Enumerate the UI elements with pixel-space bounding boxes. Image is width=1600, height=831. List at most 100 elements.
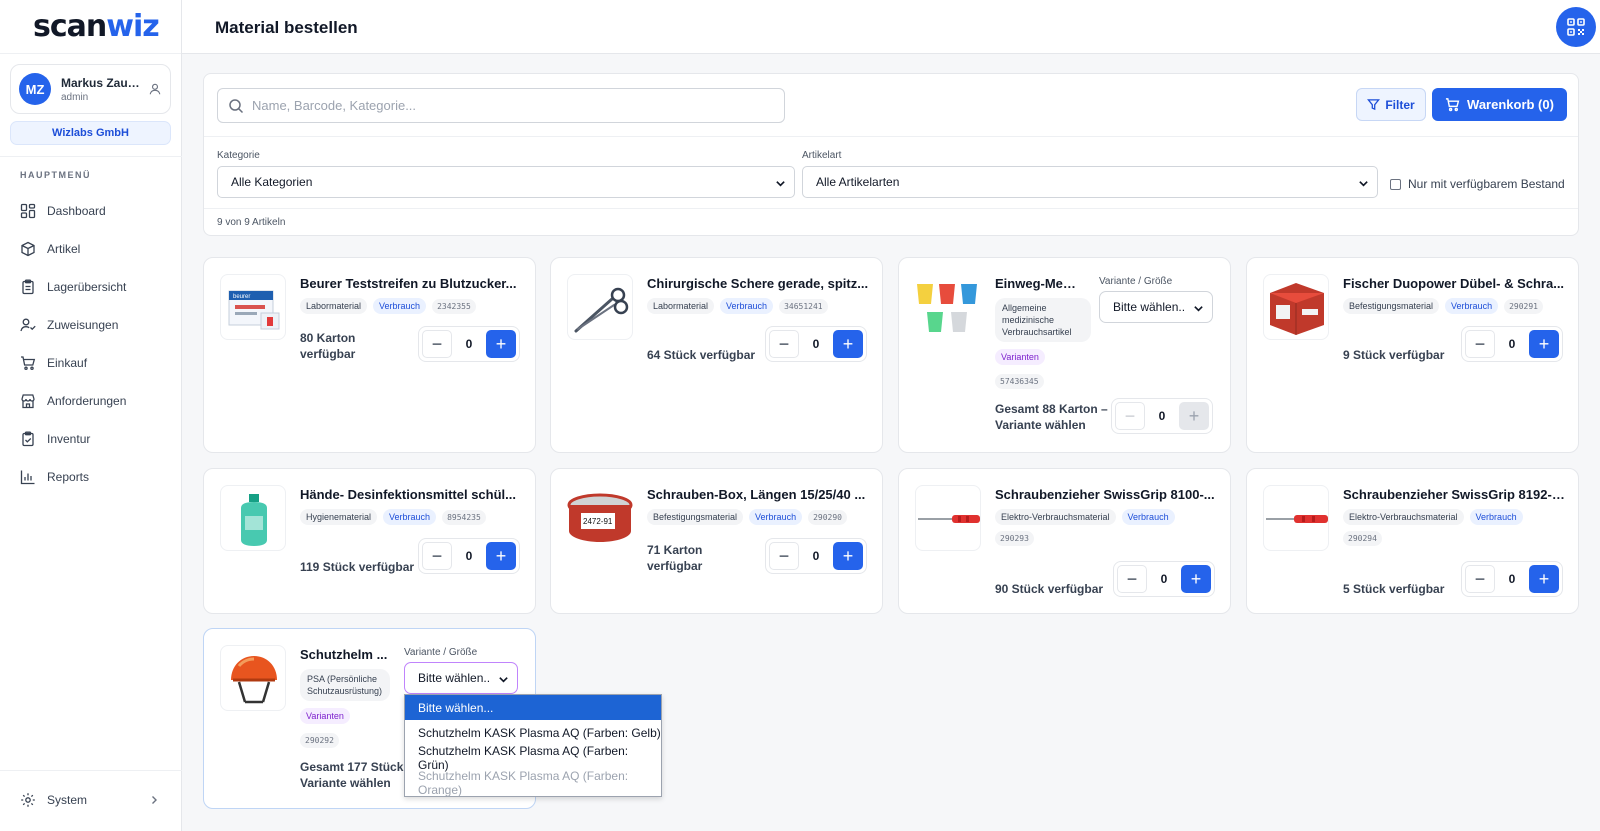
- logo-text-wiz: wiz: [106, 9, 159, 44]
- filter-button[interactable]: Filter: [1356, 88, 1426, 121]
- stock-only-checkbox[interactable]: Nur mit verfügbarem Bestand: [1390, 177, 1565, 191]
- quantity-value[interactable]: 0: [466, 337, 473, 351]
- menu-section-title: HAUPTMENÜ: [20, 170, 91, 180]
- quantity-value[interactable]: 0: [1509, 572, 1516, 586]
- type-select-value: Alle Artikelarten: [816, 175, 900, 189]
- decrement-button[interactable]: −: [1465, 330, 1495, 358]
- quantity-stepper: − 0 +: [765, 538, 867, 574]
- type-tag: Verbrauch: [383, 509, 437, 525]
- sidebar-item-system[interactable]: System: [20, 792, 160, 808]
- type-select[interactable]: Alle Artikelarten: [802, 166, 1378, 198]
- availability: 90 Stück verfügbar: [995, 582, 1104, 596]
- cart-icon: [1445, 98, 1460, 112]
- variant-select[interactable]: Bitte wählen..: [404, 662, 518, 694]
- variant-label: Variante / Größe: [1099, 276, 1173, 287]
- product-title[interactable]: Schutzhelm ...: [300, 647, 388, 662]
- sidebar-item-reports[interactable]: Reports: [20, 458, 170, 496]
- sidebar-item-label: Einkauf: [47, 356, 88, 370]
- filter-panel: Filter Warenkorb (0) Kategorie Alle Kate…: [203, 73, 1579, 236]
- increment-button[interactable]: +: [833, 542, 863, 570]
- filter-label: Filter: [1385, 97, 1415, 112]
- product-title[interactable]: Hände- Desinfektionsmittel schül...: [300, 487, 522, 502]
- sidebar-item-label: System: [47, 793, 88, 807]
- product-title[interactable]: Fischer Duopower Dübel- & Schra...: [1343, 276, 1565, 291]
- availability: 71 Karton verfügbar: [647, 543, 703, 573]
- qr-scan-button[interactable]: [1556, 7, 1596, 47]
- decrement-button[interactable]: −: [769, 542, 799, 570]
- logo[interactable]: scan wiz: [0, 0, 181, 54]
- product-image: [1263, 485, 1329, 551]
- cart-label: Warenkorb (0): [1467, 97, 1554, 112]
- product-title[interactable]: Einweg-Medi...: [995, 276, 1083, 291]
- sidebar-item-dashboard[interactable]: Dashboard: [20, 192, 170, 230]
- user-profile-icon[interactable]: [148, 82, 162, 96]
- product-image: [220, 645, 286, 711]
- clipboard-icon: [22, 279, 34, 295]
- sidebar-item-einkauf[interactable]: Einkauf: [20, 344, 170, 382]
- increment-button[interactable]: +: [833, 330, 863, 358]
- box-icon: [21, 241, 35, 257]
- svg-text:beurer: beurer: [233, 294, 250, 300]
- increment-button[interactable]: +: [1529, 565, 1559, 593]
- variant-select[interactable]: Bitte wählen..: [1099, 291, 1213, 323]
- sidebar-item-artikel[interactable]: Artikel: [20, 230, 170, 268]
- company-badge[interactable]: Wizlabs GmbH: [10, 121, 171, 145]
- product-title[interactable]: Schraubenzieher SwissGrip 8100-...: [995, 487, 1217, 502]
- checkbox-box[interactable]: [1390, 178, 1401, 190]
- category-filter-label: Kategorie: [217, 150, 260, 161]
- availability: 9 Stück verfügbar: [1343, 348, 1445, 362]
- category-select[interactable]: Alle Kategorien: [217, 166, 795, 198]
- product-title[interactable]: Chirurgische Schere gerade, spitz...: [647, 276, 869, 291]
- quantity-stepper: − 0 +: [418, 326, 520, 362]
- search-box[interactable]: [217, 88, 785, 123]
- result-count: 9 von 9 Artikeln: [217, 217, 286, 228]
- type-tag: Verbrauch: [720, 298, 774, 314]
- decrement-button[interactable]: −: [769, 330, 799, 358]
- cart-button[interactable]: Warenkorb (0): [1432, 88, 1567, 121]
- article-code: 290291: [1504, 298, 1543, 314]
- product-title[interactable]: Beurer Teststreifen zu Blutzucker...: [300, 276, 522, 291]
- product-card: Schraubenzieher SwissGrip 8100-... Elekt…: [898, 468, 1231, 614]
- category-tag: Befestigungsmaterial: [1343, 298, 1440, 314]
- quantity-value[interactable]: 0: [1161, 572, 1168, 586]
- sidebar-item-anforderungen[interactable]: Anforderungen: [20, 382, 170, 420]
- sidebar-item-lageruebersicht[interactable]: Lagerübersicht: [20, 268, 170, 306]
- increment-button[interactable]: +: [486, 330, 516, 358]
- quantity-value[interactable]: 0: [1509, 337, 1516, 351]
- product-card: Fischer Duopower Dübel- & Schra... Befes…: [1246, 257, 1579, 453]
- availability: 64 Stück verfügbar: [647, 348, 756, 362]
- quantity-value[interactable]: 0: [813, 549, 820, 563]
- product-title[interactable]: Schraubenzieher SwissGrip 8192-1...: [1343, 487, 1565, 502]
- quantity-value[interactable]: 0: [813, 337, 820, 351]
- decrement-button[interactable]: −: [1465, 565, 1495, 593]
- category-tag: Hygienematerial: [300, 509, 378, 525]
- quantity-stepper: − 0 +: [1461, 326, 1563, 362]
- increment-button[interactable]: +: [486, 542, 516, 570]
- decrement-button[interactable]: −: [1117, 565, 1147, 593]
- sidebar-item-label: Anforderungen: [47, 394, 127, 408]
- quantity-value[interactable]: 0: [466, 549, 473, 563]
- main-nav: Dashboard Artikel Lagerübersicht Zuweisu…: [20, 192, 170, 496]
- dropdown-option[interactable]: Schutzhelm KASK Plasma AQ (Farben: Gelb): [405, 720, 661, 745]
- user-card[interactable]: MZ Markus Zau… admin: [10, 64, 171, 114]
- product-image: [220, 485, 286, 551]
- increment-button[interactable]: +: [1529, 330, 1559, 358]
- dropdown-option[interactable]: Bitte wählen...: [405, 695, 661, 720]
- product-title[interactable]: Schrauben-Box, Längen 15/25/40 ...: [647, 487, 869, 502]
- user-name: Markus Zau…: [61, 75, 140, 90]
- decrement-button[interactable]: −: [1115, 402, 1145, 430]
- sidebar-item-inventur[interactable]: Inventur: [20, 420, 170, 458]
- dropdown-option[interactable]: Schutzhelm KASK Plasma AQ (Farben: Grün): [405, 744, 661, 772]
- store-icon: [21, 394, 35, 409]
- type-tag: Verbrauch: [1445, 298, 1499, 314]
- quantity-value[interactable]: 0: [1159, 409, 1166, 423]
- search-input[interactable]: [252, 98, 752, 113]
- decrement-button[interactable]: −: [422, 330, 452, 358]
- increment-button[interactable]: +: [1181, 565, 1211, 593]
- decrement-button[interactable]: −: [422, 542, 452, 570]
- sidebar-item-zuweisungen[interactable]: Zuweisungen: [20, 306, 170, 344]
- product-image: [567, 274, 633, 340]
- dropdown-option[interactable]: Schutzhelm KASK Plasma AQ (Farben: Orang…: [405, 769, 661, 797]
- increment-button[interactable]: +: [1179, 402, 1209, 430]
- chevron-down-icon: [1359, 181, 1368, 187]
